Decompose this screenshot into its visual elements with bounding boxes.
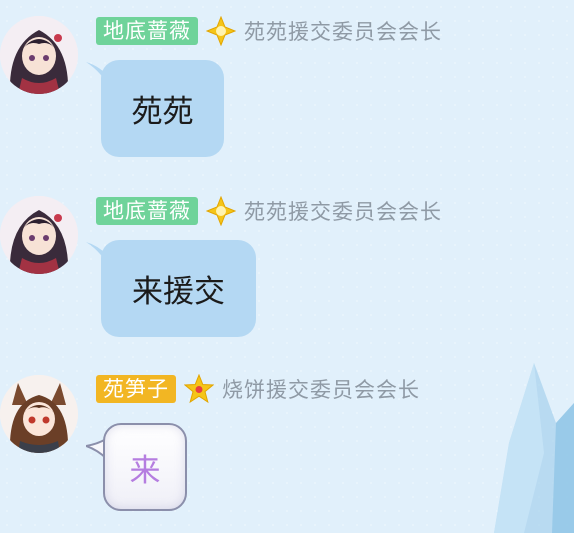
avatar[interactable]	[0, 16, 78, 94]
nickname-tag[interactable]: 地底蔷薇	[96, 197, 198, 225]
message-bubble[interactable]: 苑苑	[101, 60, 224, 157]
message-meta: 地底蔷薇 苑苑援交委员会会长	[96, 16, 442, 46]
nickname-tag[interactable]: 地底蔷薇	[96, 17, 198, 45]
message-text: 苑苑	[131, 94, 194, 130]
message-bubble[interactable]: 来	[103, 423, 187, 511]
chat-message: 苑笋子 烧饼援交委员会会长 来	[0, 360, 574, 533]
avatar-girl-dark-hair-icon	[0, 16, 78, 94]
avatar[interactable]	[0, 196, 78, 274]
message-meta: 苑笋子 烧饼援交委员会会长	[96, 374, 420, 404]
avatar-girl-dark-hair-icon	[0, 196, 78, 274]
chat-message: 地底蔷薇 苑苑援交委员会会长 苑苑	[0, 0, 574, 175]
message-bubble[interactable]: 来援交	[101, 240, 256, 337]
message-text: 来援交	[132, 274, 225, 310]
chat-message: 地底蔷薇 苑苑援交委员会会长 来援交	[0, 180, 574, 355]
member-title: 烧饼援交委员会会长	[222, 378, 420, 402]
yellow-diamond-star-icon	[206, 196, 236, 226]
member-title: 苑苑援交委员会会长	[244, 20, 442, 44]
message-meta: 地底蔷薇 苑苑援交委员会会长	[96, 196, 442, 226]
yellow-diamond-star-icon	[206, 16, 236, 46]
avatar-fox-girl-icon	[0, 375, 78, 453]
message-text: 来	[129, 452, 161, 489]
nickname-tag[interactable]: 苑笋子	[96, 375, 176, 403]
avatar[interactable]	[0, 375, 78, 453]
yellow-star-badge-icon	[184, 374, 214, 404]
member-title: 苑苑援交委员会会长	[244, 200, 442, 224]
